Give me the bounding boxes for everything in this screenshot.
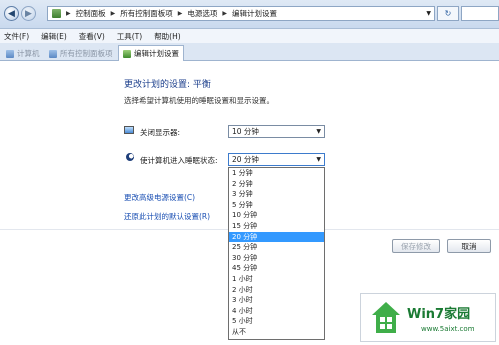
breadcrumb-item[interactable]: 电源选项	[187, 8, 217, 19]
refresh-button[interactable]: ↻	[437, 6, 459, 21]
address-box[interactable]: ▶ 控制面板 ▶ 所有控制面板项 ▶ 电源选项 ▶ 编辑计划设置 ▼	[47, 6, 435, 21]
tab-label: 计算机	[17, 49, 40, 58]
house-logo-icon	[372, 302, 400, 333]
breadcrumb-item[interactable]: 编辑计划设置	[232, 8, 277, 19]
dropdown-option[interactable]: 20 分钟	[229, 231, 324, 243]
menu-edit[interactable]: 编辑(E)	[41, 31, 67, 42]
save-button[interactable]: 保存修改	[392, 239, 440, 253]
display-off-value: 10 分钟	[232, 127, 259, 136]
back-arrow-icon: ◀	[8, 8, 15, 19]
sleep-value: 20 分钟	[232, 155, 259, 164]
page-subtitle: 选择希望计算机使用的睡眠设置和显示设置。	[124, 96, 274, 105]
sleep-dropdown-list[interactable]: 1 分钟 2 分钟 3 分钟 5 分钟 10 分钟 15 分钟 20 分钟 25 分钟 30 分…	[228, 167, 325, 340]
control-panel-icon	[52, 9, 61, 18]
restore-defaults-link[interactable]: 还原此计划的默认设置(R)	[124, 211, 210, 222]
breadcrumb-item[interactable]: 所有控制面板项	[120, 8, 173, 19]
watermark-url: www.5aixt.com	[421, 325, 475, 333]
forward-button[interactable]: ▶	[21, 6, 36, 21]
display-off-select[interactable]: 10 分钟 ▼	[228, 125, 325, 138]
tab-computer[interactable]: 计算机	[2, 47, 44, 60]
dropdown-option[interactable]: 25 分钟	[229, 242, 324, 253]
dropdown-option[interactable]: 5 小时	[229, 316, 324, 327]
display-off-label: 关闭显示器:	[140, 128, 181, 137]
advanced-power-settings-link[interactable]: 更改高级电源设置(C)	[124, 192, 195, 203]
breadcrumb-item[interactable]: 控制面板	[76, 8, 106, 19]
dropdown-option[interactable]: 1 分钟	[229, 168, 324, 179]
refresh-icon: ↻	[444, 9, 452, 18]
menu-bar: 文件(F) 编辑(E) 查看(V) 工具(T) 帮助(H)	[0, 29, 499, 43]
watermark-logo: Win7家园 www.5aixt.com	[360, 293, 496, 342]
cancel-button[interactable]: 取消	[447, 239, 491, 253]
control-panel-icon	[49, 49, 57, 58]
dropdown-option[interactable]: 15 分钟	[229, 221, 324, 232]
chevron-down-icon: ▼	[316, 156, 321, 163]
sleep-label: 使计算机进入睡眠状态:	[140, 156, 218, 165]
chevron-down-icon[interactable]: ▼	[426, 10, 431, 17]
dropdown-option[interactable]: 2 小时	[229, 285, 324, 296]
menu-file[interactable]: 文件(F)	[4, 31, 29, 42]
tab-edit-plan-settings[interactable]: 编辑计划设置	[118, 45, 184, 61]
chevron-right-icon: ▶	[66, 10, 71, 17]
dropdown-option[interactable]: 1 小时	[229, 274, 324, 285]
monitor-icon	[124, 126, 134, 134]
chevron-down-icon: ▼	[316, 128, 321, 135]
dropdown-option[interactable]: 5 分钟	[229, 200, 324, 211]
forward-arrow-icon: ▶	[25, 8, 32, 19]
search-input[interactable]	[461, 6, 499, 21]
chevron-right-icon: ▶	[177, 10, 183, 17]
dropdown-option[interactable]: 3 分钟	[229, 189, 324, 200]
chevron-right-icon: ▶	[222, 10, 227, 17]
sleep-select[interactable]: 20 分钟 ▼	[228, 153, 325, 166]
dropdown-option[interactable]: 4 小时	[229, 306, 324, 317]
dropdown-option[interactable]: 2 分钟	[229, 179, 324, 190]
chevron-right-icon: ▶	[110, 10, 116, 17]
dropdown-option[interactable]: 30 分钟	[229, 253, 324, 264]
menu-help[interactable]: 帮助(H)	[154, 31, 181, 42]
tab-all-control-panel-items[interactable]: 所有控制面板项	[45, 47, 117, 60]
dropdown-option[interactable]: 3 小时	[229, 295, 324, 306]
moon-icon	[126, 153, 134, 161]
power-plan-icon	[123, 49, 131, 58]
page-title: 更改计划的设置: 平衡	[124, 80, 211, 90]
watermark-brand: Win7家园	[407, 307, 471, 322]
dropdown-option[interactable]: 10 分钟	[229, 210, 324, 221]
menu-view[interactable]: 查看(V)	[79, 31, 105, 42]
back-button[interactable]: ◀	[4, 6, 19, 21]
dropdown-option[interactable]: 45 分钟	[229, 263, 324, 274]
dropdown-option[interactable]: 从不	[229, 327, 324, 338]
menu-tools[interactable]: 工具(T)	[117, 31, 142, 42]
tab-label: 编辑计划设置	[134, 49, 179, 58]
tab-label: 所有控制面板项	[60, 49, 113, 58]
computer-icon	[6, 49, 14, 58]
